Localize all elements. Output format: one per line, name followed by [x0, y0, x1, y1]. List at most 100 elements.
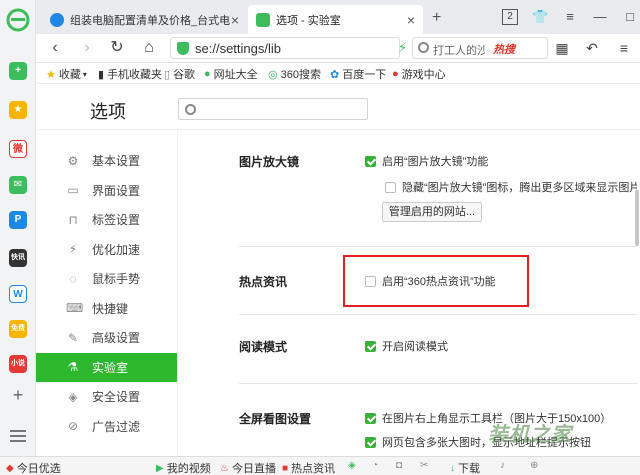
menu-item-shortcuts[interactable]: ⌨ 快捷键 — [36, 294, 177, 324]
bookmark-baidu[interactable]: ✿ 百度一下 — [330, 66, 386, 82]
shop-icon[interactable]: 小说 — [9, 355, 27, 373]
zoom-icon[interactable]: ⊕ — [530, 460, 541, 471]
undo-icon[interactable]: ↶ — [584, 40, 600, 56]
bookmark-360search[interactable]: ◎ 360搜索 — [268, 66, 321, 82]
menu-icon[interactable]: ≡ — [562, 9, 578, 25]
sound-icon[interactable]: ♪ — [500, 460, 508, 471]
weibo-icon[interactable]: 微 — [9, 140, 27, 158]
address-bar[interactable]: se://settings/lib — [170, 37, 400, 59]
watermark: 装机之家 — [488, 424, 572, 446]
block-icon: ⊘ — [67, 419, 79, 434]
address-toolbar: ‹ › ↻ ⌂ se://settings/lib ⚡ 打工人的沙 热搜 ▦ ↶… — [36, 34, 640, 63]
status-item-my-videos[interactable]: ▶ 我的视频 — [156, 460, 211, 475]
maximize-icon[interactable]: □ — [622, 9, 638, 25]
favorites-star-icon[interactable]: ★ — [9, 101, 27, 119]
camera-icon[interactable]: ◘ — [396, 460, 405, 471]
bookmarks-bar: ★ 收藏 ▾ ▮ 手机收藏夹 ▯ 谷歌 ● 网址大全 ◎ 360搜索 ✿ 百度一下 ● 游戏中心 — [36, 63, 640, 84]
menu-item-mouse[interactable]: ◌ 鼠标手势 — [36, 264, 177, 294]
new-tab-icon[interactable]: + — [432, 9, 441, 27]
url-text[interactable]: se://settings/lib — [195, 41, 281, 56]
game-icon[interactable]: 免费 — [9, 320, 27, 338]
add-app-icon[interactable]: + — [9, 62, 27, 80]
shield-icon: ◈ — [68, 389, 78, 404]
apps-grid-icon[interactable]: ▦ — [554, 40, 570, 56]
option-hide-magnifier-icon[interactable]: 隐藏“图片放大镜”图标，腾出更多区域来显示图片 — [385, 179, 637, 195]
checkbox-checked[interactable] — [365, 340, 376, 352]
bookmark-favorites[interactable]: ★ 收藏 ▾ — [46, 66, 87, 82]
divider — [239, 314, 637, 315]
menu-item-tabs[interactable]: ⊓ 标签设置 — [36, 205, 177, 235]
browser-logo-icon[interactable] — [6, 8, 30, 32]
hot-search-badge[interactable]: 热搜 — [493, 41, 515, 57]
bookmark-games[interactable]: ● 游戏中心 — [392, 66, 446, 82]
close-icon[interactable]: × — [407, 12, 415, 28]
settings-header: 选项 — [36, 84, 640, 130]
settings-search-input[interactable] — [178, 98, 368, 120]
lightning-icon[interactable]: ⚡ — [398, 40, 407, 56]
search-360-icon: ◎ — [268, 68, 278, 81]
status-item-live[interactable]: ♨ 今日直播 — [220, 460, 276, 475]
section-title-hotnews: 热点资讯 — [239, 275, 288, 289]
status-item-download[interactable]: ↓ 下载 — [450, 460, 480, 475]
bookmark-mobile[interactable]: ▮ 手机收藏夹 — [98, 66, 162, 82]
cut-icon[interactable]: ✂ — [420, 460, 431, 471]
news-icon[interactable]: 快讯 — [9, 249, 27, 267]
star-icon: ★ — [46, 68, 56, 81]
more-icon[interactable]: ≡ — [616, 40, 632, 56]
section-title-reading: 阅读模式 — [239, 340, 288, 354]
app-sidebar: + ★ 微 ✉ P 快讯 W 免费 小说 + — [0, 0, 36, 456]
menu-item-interface[interactable]: ▭ 界面设置 — [36, 176, 177, 206]
option-enable-magnifier[interactable]: 启用“图片放大镜”功能 — [365, 153, 488, 169]
window-controls: 2 👕 ≡ — □ ✕ — [488, 8, 640, 26]
status-item-hotnews[interactable]: ■ 热点资讯 — [282, 460, 335, 475]
menu-icon[interactable] — [10, 430, 26, 444]
mail-icon[interactable]: ✉ — [9, 176, 27, 194]
site-icon: ● — [204, 68, 211, 80]
home-icon[interactable]: ⌂ — [140, 39, 158, 57]
add-icon[interactable]: + — [9, 386, 27, 404]
shop-icon: ◆ — [6, 462, 14, 474]
manage-sites-button[interactable]: 管理启用的网站... — [382, 202, 482, 222]
back-icon[interactable]: ‹ — [46, 39, 64, 57]
refresh-icon[interactable]: ↻ — [108, 39, 126, 57]
menu-item-security[interactable]: ◈ 安全设置 — [36, 382, 177, 412]
tab-computer-config[interactable]: 组装电脑配置清单及价格_台式电 × — [42, 5, 247, 34]
shield-status-icon[interactable]: ◈ — [348, 460, 359, 471]
bookmark-google[interactable]: ▯ 谷歌 — [164, 66, 195, 82]
compass-icon — [50, 12, 64, 27]
status-item-today-picks[interactable]: ◆ 今日优选 — [6, 460, 61, 475]
scrollbar[interactable] — [635, 190, 639, 246]
baidu-icon: ✿ — [330, 68, 340, 81]
checkbox-checked[interactable] — [365, 155, 376, 167]
video-icon: ▶ — [156, 462, 164, 474]
bookmark-sites[interactable]: ● 网址大全 — [204, 66, 258, 82]
lightning-icon: ⚡ — [68, 242, 78, 257]
forward-icon[interactable]: › — [78, 39, 96, 57]
speed-icon[interactable]: ◔ — [372, 460, 381, 471]
docs-icon[interactable]: W — [9, 285, 27, 303]
menu-item-lab[interactable]: ⚗ 实验室 — [36, 352, 177, 382]
tab-label: 选项 - 实验室 — [276, 14, 341, 27]
highlight-box — [343, 255, 529, 307]
wrench-icon: ✎ — [67, 330, 79, 345]
tab-options-lab[interactable]: 选项 - 实验室 × — [248, 5, 423, 34]
search-box[interactable]: 打工人的沙 热搜 — [412, 37, 548, 59]
skin-icon[interactable]: 👕 — [532, 9, 548, 25]
minimize-icon[interactable]: — — [592, 9, 608, 25]
menu-item-optimize[interactable]: ⚡ 优化加速 — [36, 235, 177, 265]
flask-icon: ⚗ — [67, 360, 79, 375]
close-icon[interactable]: × — [231, 12, 239, 28]
status-bar: ◆ 今日优选 ▶ 我的视频 ♨ 今日直播 ■ 热点资讯 ◈ ◔ ◘ ✂ ↓ 下载 ♪ ⊕ — [0, 456, 640, 475]
search-input[interactable]: 打工人的沙 — [433, 42, 485, 58]
menu-item-adblock[interactable]: ⊘ 广告过滤 — [36, 412, 177, 442]
option-reading-mode[interactable]: 开启阅读模式 — [365, 338, 448, 354]
checkbox-checked[interactable] — [365, 436, 376, 448]
menu-item-basic[interactable]: ⚙ 基本设置 — [36, 146, 177, 176]
search-icon — [418, 42, 429, 53]
menu-item-advanced[interactable]: ✎ 高级设置 — [36, 323, 177, 353]
tab-icon: ⊓ — [68, 212, 78, 227]
checkbox-unchecked[interactable] — [385, 181, 396, 193]
tab-count-badge[interactable]: 2 — [502, 9, 518, 25]
checkbox-checked[interactable] — [365, 412, 376, 424]
pay-icon[interactable]: P — [9, 211, 27, 229]
